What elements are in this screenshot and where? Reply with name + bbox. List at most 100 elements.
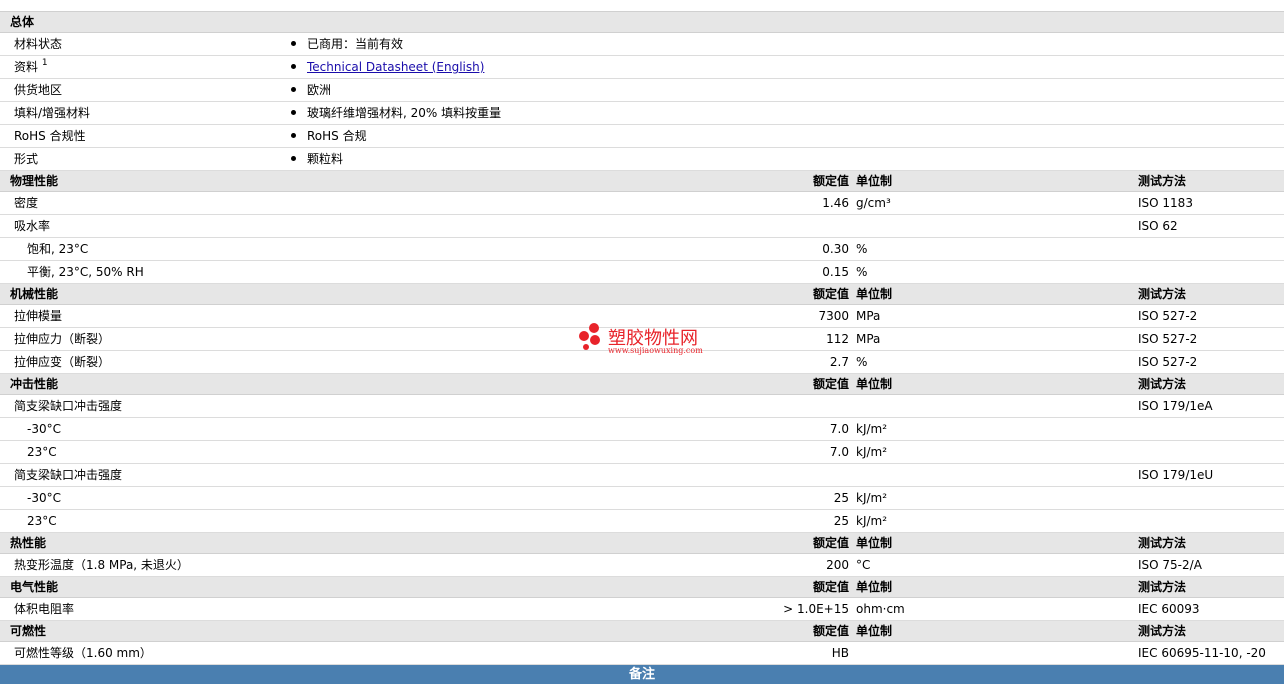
property-row: 简支梁缺口冲击强度 ISO 179/1eU (0, 464, 1284, 487)
property-row: 饱和, 23°C 0.30% (0, 238, 1284, 261)
test-method: ISO 179/1eA (1138, 399, 1213, 413)
property-unit: MPa (856, 309, 881, 323)
datasheet-link[interactable]: Technical Datasheet (English) (307, 60, 484, 74)
property-label-text: 材料状态 (14, 37, 63, 51)
property-value: 0.15 (822, 265, 849, 279)
property-value: 已商用：当前有效 (291, 33, 403, 55)
general-row: 形式 颗粒料 (0, 148, 1284, 171)
property-value: 欧洲 (291, 79, 331, 101)
bullet-icon (291, 156, 296, 161)
property-row: 平衡, 23°C, 50% RH 0.15% (0, 261, 1284, 284)
test-method: ISO 1183 (1138, 196, 1193, 210)
property-row: 吸水率 ISO 62 (0, 215, 1284, 238)
bullet-icon (291, 87, 296, 92)
property-label: 拉伸模量 (14, 309, 63, 323)
section-title: 冲击性能 (10, 377, 59, 391)
property-label: 简支梁缺口冲击强度 (14, 468, 123, 482)
property-label: 23°C (27, 445, 57, 459)
bullet-icon (291, 41, 296, 46)
test-method: ISO 62 (1138, 219, 1178, 233)
property-label: 供货地区 (14, 79, 62, 101)
property-value: HB (831, 646, 849, 660)
column-header-unit: 单位制 (856, 536, 893, 550)
property-unit: MPa (856, 332, 881, 346)
property-value: 0.30 (822, 242, 849, 256)
property-value: RoHS 合规 (291, 125, 367, 147)
property-value: 颗粒料 (291, 148, 343, 170)
test-method: ISO 527-2 (1138, 332, 1198, 346)
watermark-url: www.sujiaowuxing.com (608, 346, 703, 355)
column-header-unit: 单位制 (856, 580, 893, 594)
section-header-mechanical: 机械性能 额定值 单位制 测试方法 (0, 284, 1284, 305)
column-header-unit: 单位制 (856, 624, 893, 638)
property-label: -30°C (27, 422, 61, 436)
property-label: 材料状态 (14, 33, 62, 55)
general-row: 材料状态 已商用：当前有效 (0, 33, 1284, 56)
property-value-text: 已商用：当前有效 (307, 37, 404, 51)
property-unit: % (856, 265, 868, 279)
property-value-text: RoHS 合规 (307, 129, 367, 143)
property-value: 玻璃纤维增强材料, 20% 填料按重量 (291, 102, 501, 124)
property-label: 可燃性等级（1.60 mm） (14, 646, 152, 660)
property-value-text: 欧洲 (307, 83, 332, 97)
notes-bar[interactable]: 备注 (0, 665, 1284, 684)
property-label-text: 资料 (14, 60, 39, 74)
column-header-test: 测试方法 (1138, 624, 1187, 638)
property-label: 热变形温度（1.8 MPa, 未退火） (14, 558, 189, 572)
watermark: 塑胶物性网 www.sujiaowuxing.com (578, 320, 718, 360)
column-header-value: 额定值 (812, 174, 849, 188)
property-unit: ohm·cm (856, 602, 905, 616)
column-header-test: 测试方法 (1138, 287, 1187, 301)
property-unit: °C (856, 558, 871, 572)
column-header-value: 额定值 (812, 624, 849, 638)
test-method: IEC 60695-11-10, -20 (1138, 646, 1266, 660)
property-row: 热变形温度（1.8 MPa, 未退火） 200 °C ISO 75-2/A (0, 554, 1284, 577)
property-value: 25 (833, 514, 849, 528)
footnote-marker: 1 (41, 58, 48, 68)
property-row: 23°C 25 kJ/m² (0, 510, 1284, 533)
property-value: 25 (833, 491, 849, 505)
property-unit: % (856, 242, 868, 256)
general-row: 资料 1 Technical Datasheet (English) (0, 56, 1284, 79)
property-label: 简支梁缺口冲击强度 (14, 399, 123, 413)
property-value: 112 (826, 332, 849, 346)
general-row: RoHS 合规性 RoHS 合规 (0, 125, 1284, 148)
watermark-logo-icon (579, 323, 600, 350)
property-unit: % (856, 355, 868, 369)
property-label: 填料/增强材料 (14, 102, 90, 124)
column-header-value: 额定值 (812, 580, 849, 594)
property-row: 23°C 7.0 kJ/m² (0, 441, 1284, 464)
section-header-physical: 物理性能 额定值 单位制 测试方法 (0, 171, 1284, 192)
section-title: 物理性能 (10, 174, 59, 188)
property-unit: kJ/m² (856, 514, 888, 528)
test-method: ISO 527-2 (1138, 355, 1198, 369)
property-value: 2.7 (829, 355, 849, 369)
property-label: 形式 (14, 148, 38, 170)
property-label: 拉伸应力（断裂） (14, 332, 111, 346)
section-title: 可燃性 (10, 624, 47, 638)
column-header-test: 测试方法 (1138, 377, 1187, 391)
property-label: 密度 (14, 196, 39, 210)
property-row: 密度 1.46 g/cm³ ISO 1183 (0, 192, 1284, 215)
property-unit: kJ/m² (856, 422, 888, 436)
property-row: -30°C 7.0 kJ/m² (0, 418, 1284, 441)
section-header-thermal: 热性能 额定值 单位制 测试方法 (0, 533, 1284, 554)
column-header-unit: 单位制 (856, 287, 893, 301)
test-method: IEC 60093 (1138, 602, 1200, 616)
property-label: 平衡, 23°C, 50% RH (27, 265, 144, 279)
bullet-icon (291, 110, 296, 115)
property-value-text: 玻璃纤维增强材料, 20% 填料按重量 (307, 106, 502, 120)
column-header-unit: 单位制 (856, 377, 893, 391)
section-title: 机械性能 (10, 287, 59, 301)
column-header-test: 测试方法 (1138, 580, 1187, 594)
bullet-icon (291, 64, 296, 69)
column-header-value: 额定值 (812, 377, 849, 391)
property-value: Technical Datasheet (English) (291, 56, 484, 78)
property-label: 体积电阻率 (14, 602, 75, 616)
section-header-general: 总体 (0, 11, 1284, 33)
property-label: -30°C (27, 491, 61, 505)
property-unit: kJ/m² (856, 445, 888, 459)
general-row: 填料/增强材料 玻璃纤维增强材料, 20% 填料按重量 (0, 102, 1284, 125)
property-value: 7.0 (829, 422, 849, 436)
section-title: 热性能 (10, 536, 47, 550)
